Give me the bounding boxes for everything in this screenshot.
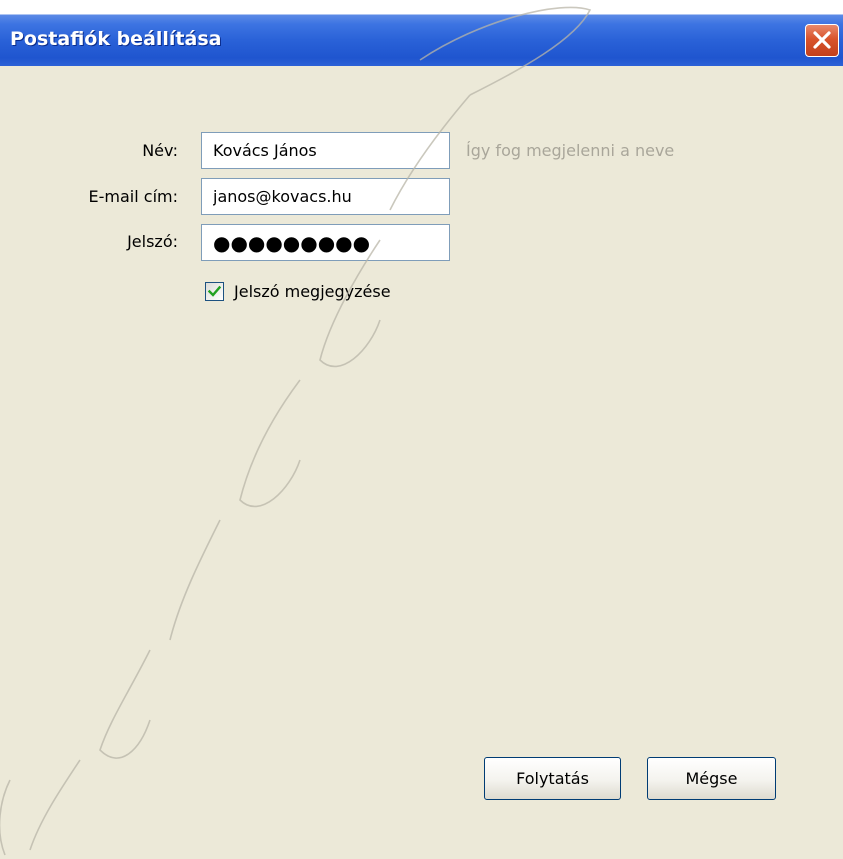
close-icon [813,31,831,49]
password-label: Jelszó: [127,232,178,251]
close-button[interactable] [805,24,839,57]
remember-password-option[interactable]: Jelszó megjegyzése [205,280,391,302]
password-field[interactable] [201,224,450,261]
cancel-button[interactable]: Mégse [647,757,776,800]
checkmark-icon [207,285,222,297]
name-label: Név: [142,141,178,160]
name-field[interactable] [201,132,450,169]
watermark-overlay [0,6,592,856]
window-title: Postafiók beállítása [10,28,222,50]
email-label: E-mail cím: [88,187,178,206]
title-bar[interactable]: Postafiók beállítása [0,0,843,66]
account-setup-dialog: Postafiók beállítása Név: Így fog megjel… [0,0,843,859]
name-hint: Így fog megjelenni a neve [466,141,675,160]
remember-password-checkbox[interactable] [205,281,224,301]
email-field[interactable] [201,178,450,215]
continue-button[interactable]: Folytatás [484,757,621,800]
remember-password-label[interactable]: Jelszó megjegyzése [234,282,391,301]
